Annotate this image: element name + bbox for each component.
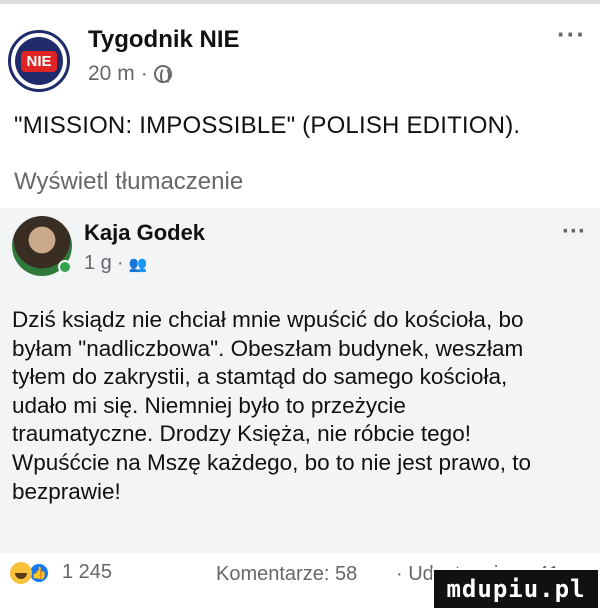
see-translation-link[interactable]: Wyświetl tłumaczenie: [14, 168, 243, 196]
site-watermark: mdupiu.pl: [432, 568, 600, 610]
meta-separator: ·: [116, 252, 124, 274]
reaction-count: 1 245: [62, 561, 113, 583]
haha-reaction-icon: [10, 561, 32, 584]
friends-icon: 👥: [128, 255, 148, 273]
online-status-dot: [58, 260, 72, 274]
reactions-summary[interactable]: 👍 1 245: [10, 561, 112, 584]
post-footer: 👍 1 245 Komentarze: 58 · Udostępniono 41…: [0, 553, 600, 610]
page-logo-text: NIE: [21, 50, 57, 72]
post-meta: 20 m ·: [88, 62, 172, 86]
comment-line: byłam "nadliczbowa". Obeszłam budynek, w…: [12, 335, 524, 361]
page-avatar-inner: NIE: [15, 37, 63, 85]
comment-line: Wpuśćcie na Mszę każdego, bo to nie jest…: [12, 449, 532, 475]
comment-line: Dziś ksiądz nie chciał mnie wpuścić do k…: [12, 307, 524, 332]
comment: Kaja Godek 1 g · 👥 ··· Dziś ksiądz nie c…: [0, 208, 600, 553]
comment-line: bezprawie!: [12, 478, 121, 504]
post-time[interactable]: 20 m: [88, 62, 135, 86]
comment-line: traumatyczne. Drodzy Księża, nie róbcie …: [12, 421, 471, 447]
footer-separator: ·: [396, 563, 403, 585]
comment-line: udało mi się. Niemniej było to przeżycie: [12, 392, 406, 418]
post-more-button[interactable]: ···: [557, 21, 586, 47]
comment-meta: 1 g · 👥: [84, 252, 147, 275]
comment-body: Dziś ksiądz nie chciał mnie wpuścić do k…: [12, 306, 590, 506]
globe-icon: [153, 65, 172, 85]
post-text: "MISSION: IMPOSSIBLE" (POLISH EDITION).: [14, 112, 521, 139]
top-divider: [0, 0, 600, 4]
post-header: NIE Tygodnik NIE 20 m · ···: [8, 18, 592, 92]
comment-time[interactable]: 1 g: [84, 252, 112, 275]
comment-more-button[interactable]: ···: [562, 220, 586, 244]
page-avatar[interactable]: NIE: [8, 30, 70, 92]
meta-separator: ·: [140, 62, 148, 85]
comment-line: tyłem do zakrystii, a stamtąd do samego …: [12, 364, 508, 390]
comments-count[interactable]: Komentarze: 58: [216, 563, 357, 586]
commenter-name[interactable]: Kaja Godek: [84, 220, 205, 246]
page-name[interactable]: Tygodnik NIE: [88, 26, 240, 54]
